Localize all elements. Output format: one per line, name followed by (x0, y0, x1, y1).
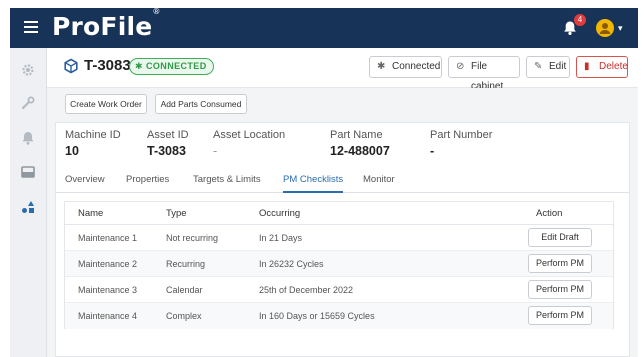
perform-pm-button[interactable]: Perform PM (528, 254, 592, 273)
tab-targets-limits[interactable]: Targets & Limits (193, 173, 261, 193)
connected-button[interactable]: ✱ Connected (369, 56, 442, 78)
perform-pm-button[interactable]: Perform PM (528, 280, 592, 299)
status-badge-label: CONNECTED (146, 61, 207, 71)
edit-button-label: Edit (549, 61, 567, 72)
edit-draft-button[interactable]: Edit Draft (528, 228, 592, 247)
top-navbar: ProFile® 4 ▾ (10, 7, 638, 48)
bluetooth-icon: ✱ (135, 61, 143, 71)
edit-button[interactable]: ✎ Edit (526, 56, 570, 78)
row-name: Maintenance 2 (78, 259, 138, 269)
connected-button-label: Connected (392, 61, 441, 72)
main-content: T-3083 ✱ CONNECTED ✱ Connected ⊘ File ca… (47, 48, 638, 357)
create-work-order-button[interactable]: Create Work Order (65, 94, 147, 114)
bell-icon[interactable] (20, 130, 36, 146)
row-occurring: 25th of December 2022 (259, 285, 354, 295)
tab-monitor[interactable]: Monitor (363, 173, 395, 193)
machine-id-value: 10 (65, 144, 79, 158)
wrench-icon[interactable] (20, 95, 36, 111)
paperclip-icon: ⊘ (456, 61, 465, 72)
asset-details-panel: Machine ID 10 Asset ID T-3083 Asset Loca… (55, 122, 630, 357)
row-type: Complex (166, 311, 202, 321)
asset-header: T-3083 ✱ CONNECTED ✱ Connected ⊘ File ca… (47, 48, 638, 92)
delete-button[interactable]: ▮ Delete (576, 56, 628, 78)
machine-id-label: Machine ID (65, 129, 121, 141)
avatar-face-icon (599, 23, 611, 34)
row-occurring: In 26232 Cycles (259, 259, 324, 269)
column-header-type: Type (166, 208, 187, 219)
asset-id-label: Asset ID (147, 129, 189, 141)
chevron-down-icon[interactable]: ▾ (618, 23, 623, 34)
asset-id-value: T-3083 (147, 144, 186, 158)
tab-properties[interactable]: Properties (126, 173, 169, 193)
sidebar (10, 48, 47, 357)
table-row: Maintenance 1 Not recurring In 21 Days E… (65, 225, 613, 251)
table-row: Maintenance 2 Recurring In 26232 Cycles … (65, 251, 613, 277)
brand-name: ProFile (52, 12, 153, 41)
table-row: Maintenance 3 Calendar 25th of December … (65, 277, 613, 303)
part-number-value: - (430, 144, 435, 158)
row-name: Maintenance 3 (78, 285, 138, 295)
column-header-occurring: Occurring (259, 208, 301, 219)
row-type: Recurring (166, 259, 206, 269)
table-row: Maintenance 4 Complex In 160 Days or 156… (65, 303, 613, 329)
row-occurring: In 160 Days or 15659 Cycles (259, 311, 375, 321)
asset-location-label: Asset Location (213, 129, 286, 141)
file-cabinet-button[interactable]: ⊘ File cabinet (448, 56, 520, 92)
column-header-name: Name (78, 208, 104, 219)
connected-status-badge: ✱ CONNECTED (129, 58, 214, 75)
delete-button-label: Delete (599, 61, 628, 72)
tab-overview[interactable]: Overview (65, 173, 105, 193)
row-name: Maintenance 4 (78, 311, 138, 321)
part-name-label: Part Name (330, 129, 383, 141)
pencil-icon: ✎ (534, 61, 543, 72)
cube-icon (64, 58, 78, 74)
hamburger-menu-icon[interactable] (24, 21, 38, 33)
user-avatar-icon[interactable] (596, 19, 614, 37)
trash-icon: ▮ (584, 61, 590, 72)
app-frame: ProFile® 4 ▾ T-3083 ✱ CONNECTED ✱ Connec… (0, 0, 644, 357)
asset-location-value: - (213, 144, 218, 158)
row-occurring: In 21 Days (259, 233, 303, 243)
table-header: Name Type Occurring Action (65, 202, 613, 225)
bluetooth-icon: ✱ (377, 61, 386, 72)
shapes-icon[interactable] (20, 199, 36, 215)
brand-mark: ® (152, 6, 161, 16)
row-type: Not recurring (166, 233, 219, 243)
notification-count-badge: 4 (574, 14, 586, 26)
part-number-label: Part Number (430, 129, 493, 141)
part-name-value: 12-488007 (330, 144, 390, 158)
perform-pm-button[interactable]: Perform PM (528, 306, 592, 325)
add-parts-consumed-button[interactable]: Add Parts Consumed (155, 94, 247, 114)
row-name: Maintenance 1 (78, 233, 138, 243)
asset-title: T-3083 (84, 57, 131, 74)
inbox-icon[interactable] (20, 164, 36, 180)
asset-tabs: Overview Properties Targets & Limits PM … (56, 173, 629, 193)
tab-pm-checklists[interactable]: PM Checklists (283, 173, 344, 193)
row-type: Calendar (166, 285, 203, 295)
pm-checklists-table: Name Type Occurring Action Maintenance 1… (64, 201, 614, 329)
column-header-action: Action (536, 208, 563, 219)
brand-logo[interactable]: ProFile® (52, 7, 161, 41)
gear-icon[interactable] (20, 62, 36, 78)
actions-bar: Create Work Order Add Parts Consumed (47, 88, 638, 120)
